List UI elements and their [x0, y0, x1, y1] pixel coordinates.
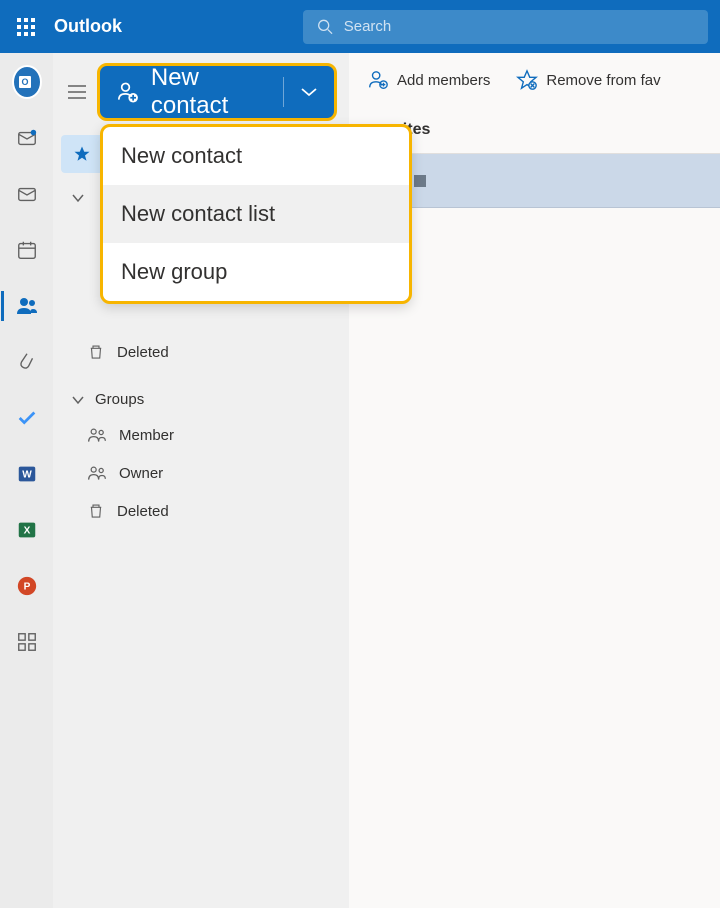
owner-icon — [87, 464, 107, 482]
search-input[interactable] — [344, 18, 694, 35]
trash-icon — [87, 502, 105, 520]
mail-alt-icon — [16, 183, 38, 205]
remove-favorites-button[interactable]: Remove from fav — [516, 69, 660, 91]
sidebar-top: New contact — [53, 53, 349, 131]
powerpoint-rail-item[interactable]: P — [12, 571, 42, 601]
chevron-down-icon — [300, 87, 318, 97]
contacts-deleted-item[interactable]: Deleted — [53, 333, 349, 371]
nav-item-label: Member — [119, 427, 174, 444]
outlook-badge-icon: O — [12, 65, 42, 99]
calendar-icon — [16, 239, 38, 261]
new-contact-label: New contact — [151, 64, 267, 120]
groups-label: Groups — [95, 391, 144, 408]
new-contact-icon — [116, 79, 139, 105]
apps-icon — [16, 631, 38, 653]
apps-rail-item[interactable] — [12, 627, 42, 657]
word-icon: W — [16, 463, 38, 485]
add-members-button[interactable]: Add members — [367, 69, 490, 91]
svg-text:O: O — [21, 77, 28, 87]
toolbar-label: Remove from fav — [546, 72, 660, 89]
star-icon — [73, 145, 91, 163]
mail-rail-item[interactable] — [12, 123, 42, 153]
app-launcher-icon[interactable] — [12, 13, 40, 41]
groups-section: Groups Member Owner Deleted — [53, 377, 349, 536]
nav-item-label: Owner — [119, 465, 163, 482]
dropdown-item-new-contact[interactable]: New contact — [103, 127, 409, 185]
chevron-down-icon — [71, 393, 85, 407]
dropdown-item-new-group[interactable]: New group — [103, 243, 409, 301]
app-header: Outlook — [0, 0, 720, 53]
member-icon — [87, 426, 107, 444]
new-contact-dropdown-menu: New contact New contact list New group — [100, 124, 412, 304]
todo-icon — [16, 407, 38, 429]
mail-icon — [16, 127, 38, 149]
checkbox-icon[interactable] — [414, 175, 426, 187]
todo-rail-item[interactable] — [12, 403, 42, 433]
svg-text:P: P — [23, 582, 30, 593]
chevron-down-icon — [71, 191, 85, 205]
excel-rail-item[interactable]: X — [12, 515, 42, 545]
groups-deleted-item[interactable]: Deleted — [53, 492, 349, 530]
add-members-icon — [367, 69, 389, 91]
app-name: Outlook — [54, 16, 122, 37]
nav-item-label: Deleted — [117, 344, 169, 361]
hamburger-button[interactable] — [65, 80, 89, 104]
people-rail-item[interactable] — [12, 291, 42, 321]
files-rail-item[interactable] — [12, 347, 42, 377]
search-icon — [317, 18, 334, 36]
groups-section-header[interactable]: Groups — [53, 383, 349, 416]
remove-star-icon — [516, 69, 538, 91]
calendar-rail-item[interactable] — [12, 235, 42, 265]
word-rail-item[interactable]: W — [12, 459, 42, 489]
new-contact-dropdown-toggle[interactable] — [284, 87, 334, 97]
groups-member-item[interactable]: Member — [53, 416, 349, 454]
search-box[interactable] — [303, 10, 708, 44]
powerpoint-icon: P — [16, 575, 38, 597]
nav-item-label: Deleted — [117, 503, 169, 520]
excel-icon: X — [16, 519, 38, 541]
dropdown-item-new-contact-list[interactable]: New contact list — [103, 185, 409, 243]
toolbar: Add members Remove from fav — [349, 53, 720, 107]
svg-text:X: X — [23, 526, 30, 537]
new-contact-main[interactable]: New contact — [100, 64, 283, 120]
svg-text:W: W — [22, 470, 32, 481]
groups-owner-item[interactable]: Owner — [53, 454, 349, 492]
mail-alt-rail-item[interactable] — [12, 179, 42, 209]
new-contact-button: New contact — [97, 63, 337, 121]
toolbar-label: Add members — [397, 72, 490, 89]
attachment-icon — [16, 351, 38, 373]
trash-icon — [87, 343, 105, 361]
app-rail: O W X P — [0, 53, 53, 908]
outlook-app-icon[interactable]: O — [12, 67, 42, 97]
people-icon — [15, 294, 39, 318]
